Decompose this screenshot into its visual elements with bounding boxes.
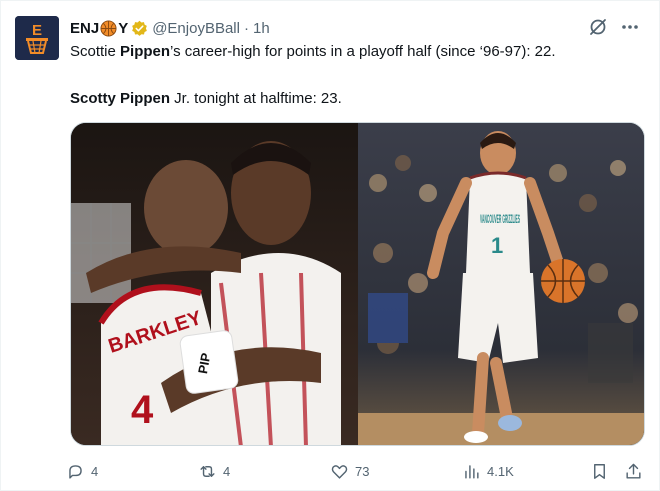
dribble-photo-illustration: VANCOUVER GRIZZLIES 1	[358, 123, 644, 445]
grok-icon[interactable]	[588, 17, 608, 37]
tweet-text-line-2: Scotty Pippen Jr. tonight at halftime: 2…	[70, 89, 642, 109]
views-button[interactable]: 4.1K	[462, 460, 514, 482]
timestamp[interactable]: 1h	[253, 20, 270, 37]
enjoy-logo-icon: E	[15, 16, 59, 60]
like-count: 73	[355, 463, 370, 479]
tweet-header: ENJ Y @EnjoyBBall · 1h	[70, 17, 640, 39]
like-button[interactable]: 73	[330, 460, 369, 482]
bookmark-icon	[594, 463, 605, 479]
photo-pippen-barkley-hug[interactable]: BARKLEY 4 PIP	[71, 123, 358, 445]
reply-icon	[69, 464, 82, 479]
text-bold-segment: Scotty Pippen	[70, 90, 171, 107]
reply-button[interactable]: 4	[66, 460, 98, 482]
repost-button[interactable]: 4	[198, 460, 230, 482]
text-segment: Scottie	[70, 43, 121, 60]
text-segment: ’s career-high for points in a playoff h…	[170, 43, 556, 60]
more-icon[interactable]	[620, 17, 640, 37]
repost-count: 4	[223, 463, 231, 479]
bookmark-button[interactable]	[590, 460, 609, 482]
text-segment: Jr. tonight at halftime: 23.	[170, 90, 342, 107]
reply-count: 4	[91, 463, 99, 479]
views-count: 4.1K	[487, 463, 514, 479]
repost-icon	[200, 465, 215, 477]
share-button[interactable]	[624, 460, 643, 482]
svg-text:E: E	[32, 22, 42, 39]
basketball-icon	[100, 19, 117, 37]
tweet-text-line-1: Scottie Pippen’s career-high for points …	[70, 42, 642, 62]
views-icon	[465, 464, 479, 479]
separator-dot: ·	[243, 19, 249, 37]
text-bold-segment: Pippen	[120, 43, 171, 60]
action-bar: 4 4 73 4.1K	[66, 460, 646, 482]
author-name-prefix: ENJ	[70, 19, 100, 37]
left-jersey-number: 4	[131, 388, 154, 432]
right-jersey-text: VANCOUVER GRIZZLIES	[480, 212, 520, 226]
author-handle[interactable]: @EnjoyBBall	[152, 20, 240, 37]
share-icon	[626, 463, 641, 479]
photo-pippen-jr-dribbling[interactable]: VANCOUVER GRIZZLIES 1	[358, 123, 644, 445]
avatar[interactable]: E	[15, 16, 59, 60]
hug-photo-illustration: BARKLEY 4 PIP	[71, 123, 358, 445]
author-name[interactable]: ENJ Y	[70, 20, 148, 37]
author-name-suffix: Y	[118, 19, 129, 37]
right-jersey-number: 1	[491, 233, 503, 258]
verified-icon[interactable]	[131, 20, 148, 37]
like-icon	[331, 464, 348, 479]
media-grid: BARKLEY 4 PIP VANCOUVER GRIZZLIES 1	[70, 122, 645, 446]
